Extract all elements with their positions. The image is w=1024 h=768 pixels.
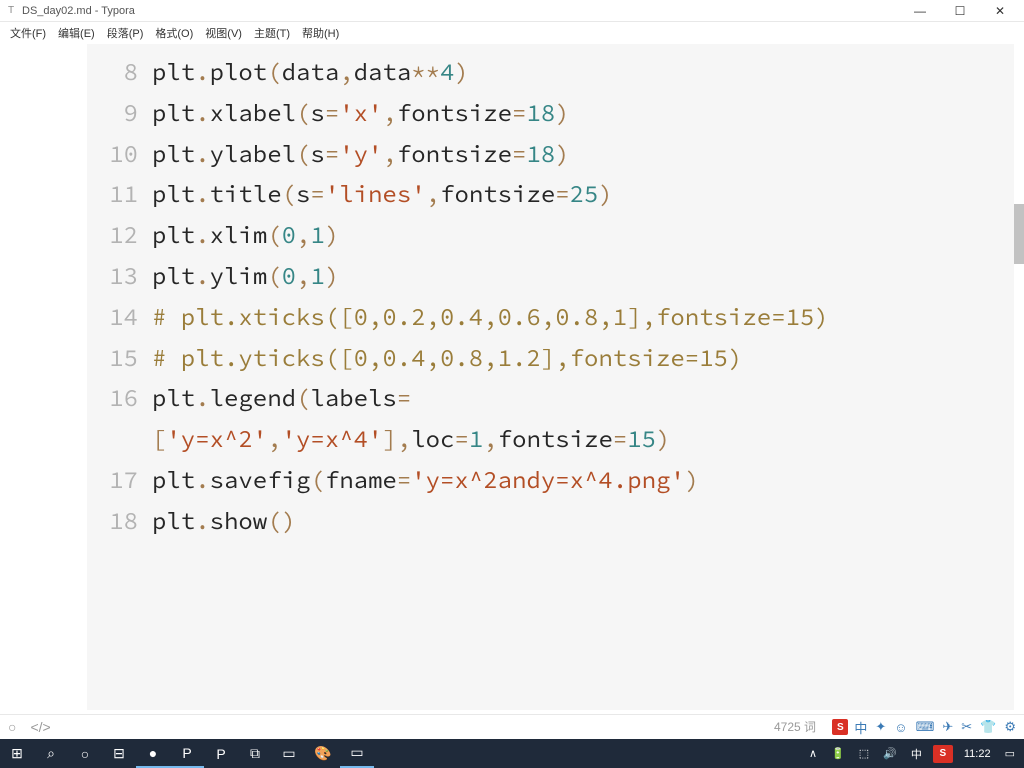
titlebar: T DS_day02.md - Typora — ☐ ✕	[0, 0, 1024, 22]
tray-ime-icon[interactable]: 中	[908, 739, 925, 768]
line-number: 10	[87, 134, 152, 175]
tray-overflow-icon[interactable]: ∧	[806, 739, 820, 768]
ime-emoji-icon[interactable]: ☺	[892, 720, 909, 735]
windows-taskbar: ⊞ ⌕ ○ ⊟ ● P P ⧉ ▭ 🎨 ▭ ∧ 🔋 ⬚ 🔊 中 S 11:22 …	[0, 739, 1024, 768]
taskbar-app-chrome[interactable]: ●	[136, 739, 170, 768]
taskbar-app-typora[interactable]: ▭	[340, 739, 374, 768]
line-number: 16	[87, 378, 152, 419]
start-button[interactable]: ⊞	[0, 739, 34, 768]
code-line-11: 11 plt.title(s='lines',fontsize=25)	[87, 174, 1014, 215]
code-line-12: 12 plt.xlim(0,1)	[87, 215, 1014, 256]
menu-paragraph[interactable]: 段落(P)	[101, 23, 150, 43]
code-line-13: 13 plt.ylim(0,1)	[87, 256, 1014, 297]
code-line-16: 16 plt.legend(labels=['y=x^2','y=x^4'],l…	[87, 378, 1014, 460]
taskbar-app-notepad[interactable]: ▭	[272, 739, 306, 768]
tray-volume-icon[interactable]: 🔊	[880, 739, 900, 768]
menu-edit[interactable]: 编辑(E)	[52, 23, 101, 43]
line-number: 14	[87, 297, 152, 338]
sogou-ime-icon[interactable]: S	[832, 719, 848, 735]
menu-format[interactable]: 格式(O)	[149, 23, 199, 43]
code-line-8: 8 plt.plot(data,data**4)	[87, 52, 1014, 93]
tray-battery-icon[interactable]: 🔋	[828, 739, 848, 768]
ime-plane-icon[interactable]: ✈	[940, 719, 955, 735]
tray-clock[interactable]: 11:22	[961, 739, 994, 768]
menu-view[interactable]: 视图(V)	[199, 23, 248, 43]
close-button[interactable]: ✕	[980, 0, 1020, 22]
line-number: 15	[87, 338, 152, 379]
code-line-9: 9 plt.xlabel(s='x',fontsize=18)	[87, 93, 1014, 134]
cortana-button[interactable]: ○	[68, 739, 102, 768]
code-line-10: 10 plt.ylabel(s='y',fontsize=18)	[87, 134, 1014, 175]
window-title: DS_day02.md - Typora	[22, 5, 135, 17]
taskbar-app-ftp[interactable]: ⧉	[238, 739, 272, 768]
line-number: 18	[87, 501, 152, 542]
tray-network-icon[interactable]: ⬚	[856, 739, 872, 768]
line-number: 11	[87, 174, 152, 215]
maximize-button[interactable]: ☐	[940, 0, 980, 22]
line-number: 8	[87, 52, 152, 93]
taskbar-app-p2[interactable]: P	[204, 739, 238, 768]
line-number: 12	[87, 215, 152, 256]
outline-toggle-icon[interactable]: ○	[8, 719, 16, 735]
taskview-button[interactable]: ⊟	[102, 739, 136, 768]
ime-punct-icon[interactable]: ✦	[873, 719, 888, 735]
editor-area[interactable]: 8 plt.plot(data,data**4) 9 plt.xlabel(s=…	[0, 44, 1024, 714]
line-number: 17	[87, 460, 152, 501]
menu-file[interactable]: 文件(F)	[4, 23, 52, 43]
menu-help[interactable]: 帮助(H)	[296, 23, 345, 43]
ime-skin-icon[interactable]: 👕	[978, 719, 998, 735]
ime-settings-icon[interactable]: ⚙	[1002, 719, 1018, 735]
code-line-18: 18 plt.show()	[87, 501, 1014, 542]
tray-notifications-icon[interactable]: ▭	[1002, 739, 1018, 768]
search-button[interactable]: ⌕	[34, 739, 68, 768]
word-count[interactable]: 4725 词	[774, 718, 816, 735]
line-number: 13	[87, 256, 152, 297]
ime-bar: S 中 ✦ ☺ ⌨ ✈ ✂ 👕 ⚙	[0, 714, 1024, 739]
menubar: 文件(F) 编辑(E) 段落(P) 格式(O) 视图(V) 主题(T) 帮助(H…	[0, 22, 1024, 44]
minimize-button[interactable]: —	[900, 0, 940, 22]
ime-keyboard-icon[interactable]: ⌨	[914, 719, 937, 735]
code-line-17: 17 plt.savefig(fname='y=x^2andy=x^4.png'…	[87, 460, 1014, 501]
code-line-14: 14 # plt.xticks([0,0.2,0.4,0.6,0.8,1],fo…	[87, 297, 1014, 338]
ime-lang[interactable]: 中	[852, 718, 869, 737]
code-block[interactable]: 8 plt.plot(data,data**4) 9 plt.xlabel(s=…	[87, 44, 1014, 710]
menu-theme[interactable]: 主题(T)	[248, 23, 296, 43]
ime-scissors-icon[interactable]: ✂	[959, 719, 974, 735]
scrollbar-thumb[interactable]	[1014, 204, 1024, 264]
code-line-15: 15 # plt.yticks([0,0.4,0.8,1.2],fontsize…	[87, 338, 1014, 379]
taskbar-app-pycharm[interactable]: P	[170, 739, 204, 768]
app-icon: T	[4, 4, 18, 18]
line-number: 9	[87, 93, 152, 134]
source-mode-icon[interactable]: </>	[30, 719, 50, 735]
taskbar-app-paint[interactable]: 🎨	[306, 739, 340, 768]
tray-sogou-icon[interactable]: S	[933, 745, 953, 763]
